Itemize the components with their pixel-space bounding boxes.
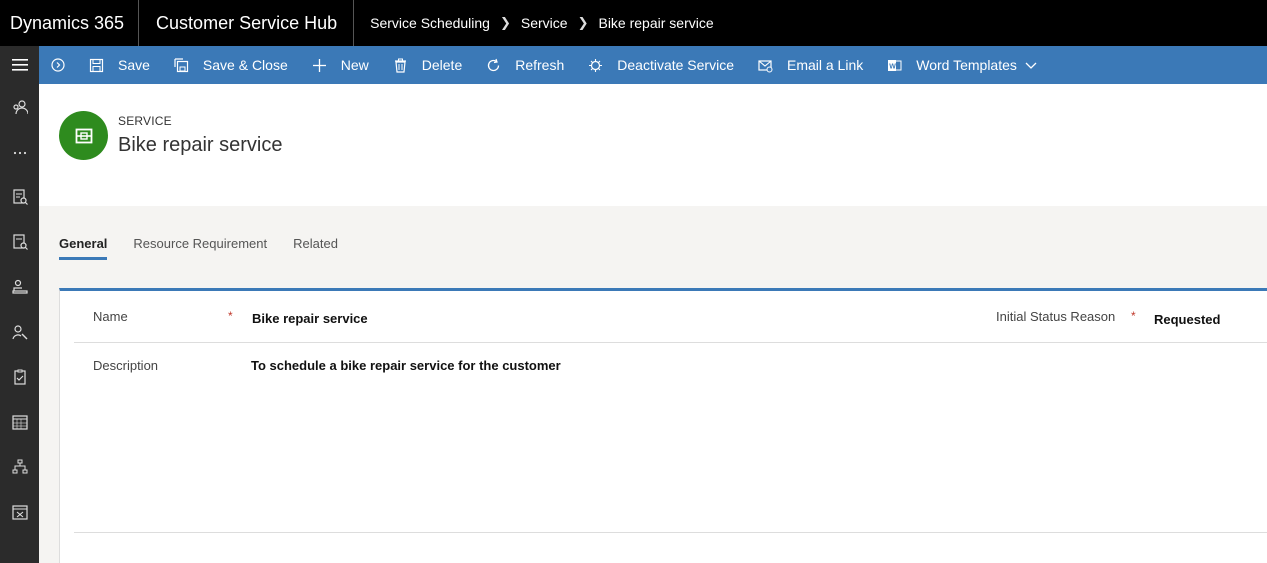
form-row-name-status: Name * Bike repair service Initial Statu… (74, 291, 1267, 343)
name-label: Name (93, 309, 128, 324)
report-search-icon[interactable] (0, 219, 39, 264)
description-row: Description To schedule a bike repair se… (74, 343, 1267, 533)
person-desk-icon[interactable] (0, 264, 39, 309)
back-circle-icon[interactable] (39, 46, 77, 84)
word-templates-label: Word Templates (916, 57, 1017, 73)
chevron-right-icon: ❯ (577, 15, 589, 30)
save-button[interactable]: Save (77, 46, 162, 84)
email-link-button[interactable]: Email a Link (746, 46, 875, 84)
word-templates-button[interactable]: W Word Templates (875, 46, 1049, 84)
more-icon[interactable] (0, 129, 39, 174)
email-link-label: Email a Link (786, 57, 864, 73)
clipboard-icon[interactable] (0, 354, 39, 399)
breadcrumb-item-service-scheduling[interactable]: Service Scheduling (370, 15, 490, 31)
description-label: Description (93, 358, 159, 373)
service-entity-icon (59, 111, 108, 160)
entity-type-label: SERVICE (118, 114, 172, 128)
required-indicator: * (228, 309, 233, 323)
report-icon[interactable] (0, 174, 39, 219)
form-tabs: General Resource Requirement Related (59, 236, 364, 260)
tab-resource-requirement[interactable]: Resource Requirement (133, 236, 267, 260)
app-name[interactable]: Customer Service Hub (139, 0, 355, 46)
calendar-x-icon[interactable] (0, 489, 39, 534)
tab-general[interactable]: General (59, 236, 108, 260)
calendar-icon[interactable] (0, 399, 39, 444)
description-field[interactable]: To schedule a bike repair service for th… (251, 358, 561, 373)
save-label: Save (118, 57, 150, 73)
initial-status-reason-label: Initial Status Reason (996, 309, 1116, 324)
plus-icon (312, 58, 326, 72)
breadcrumb-item-current: Bike repair service (598, 15, 714, 31)
deactivate-service-button[interactable]: Deactivate Service (576, 46, 746, 84)
breadcrumb-item-service[interactable]: Service (521, 15, 568, 31)
delete-button[interactable]: Delete (381, 46, 474, 84)
general-section: Name * Bike repair service Initial Statu… (59, 288, 1267, 563)
delete-label: Delete (421, 57, 463, 73)
record-header: SERVICE Bike repair service (39, 84, 1267, 206)
breadcrumb: Service Scheduling ❯ Service ❯ Bike repa… (354, 15, 714, 31)
refresh-icon (488, 58, 500, 71)
hamburger-menu-icon[interactable] (0, 46, 39, 84)
top-nav-bar: Dynamics 365 Customer Service Hub Servic… (0, 0, 1267, 46)
brand-name[interactable]: Dynamics 365 (0, 0, 140, 46)
refresh-button[interactable]: Refresh (474, 46, 576, 84)
save-close-label: Save & Close (202, 57, 288, 73)
initial-status-reason-select[interactable]: Requested (1154, 312, 1220, 327)
save-close-icon (174, 57, 189, 72)
email-link-icon (758, 59, 773, 72)
svg-text:W: W (890, 63, 897, 70)
required-indicator: * (1131, 309, 1136, 323)
word-icon: W (888, 59, 902, 71)
name-field[interactable]: Bike repair service (252, 311, 368, 326)
sidebar (0, 46, 39, 563)
contacts-icon[interactable] (0, 84, 39, 129)
save-icon (89, 58, 104, 72)
deactivate-icon (589, 58, 603, 72)
chevron-right-icon: ❯ (499, 15, 511, 30)
save-close-button[interactable]: Save & Close (162, 46, 300, 84)
page-title: Bike repair service (118, 134, 283, 156)
command-bar: Save Save & Close New Delete Refresh Dea… (39, 46, 1267, 84)
chevron-down-icon (1025, 62, 1037, 69)
deactivate-service-label: Deactivate Service (617, 57, 734, 73)
new-button[interactable]: New (300, 46, 381, 84)
trash-icon (394, 58, 406, 73)
person-wrench-icon[interactable] (0, 309, 39, 354)
org-chart-icon[interactable] (0, 444, 39, 489)
tab-related[interactable]: Related (293, 236, 338, 260)
refresh-label: Refresh (515, 57, 565, 73)
new-label: New (340, 57, 369, 73)
